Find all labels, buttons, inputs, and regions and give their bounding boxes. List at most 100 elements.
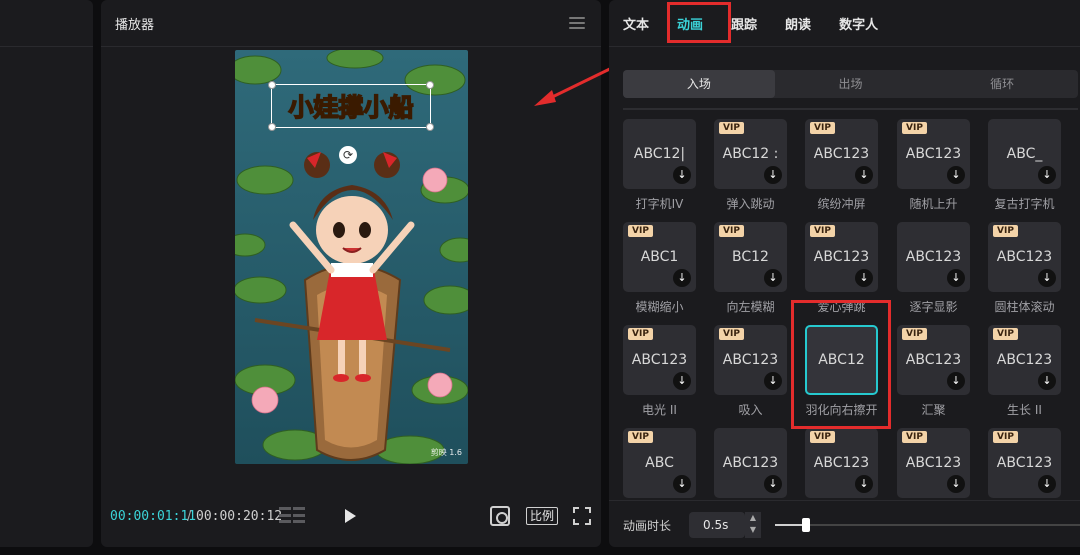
animation-item[interactable]: ABC1 VIP ↓ 模糊缩小 [623,222,696,315]
animation-label: 缤纷冲屏 [817,197,866,211]
duration-slider-track[interactable] [775,524,1080,526]
animation-item[interactable]: ABC VIP ↓ [623,428,696,498]
animation-preview-text: ABC12| [633,146,686,162]
download-icon[interactable]: ↓ [855,166,873,184]
animation-item[interactable]: ABC123 VIP ↓ 吸入 [714,325,787,418]
download-icon[interactable]: ↓ [673,269,691,287]
left-panel-header [0,0,93,47]
animation-preview-tile[interactable]: ABC123 VIP ↓ [805,119,878,189]
animation-preview-text: ABC123 [905,352,962,368]
download-icon[interactable]: ↓ [947,372,965,390]
animation-preview-text: ABC123 [905,146,962,162]
animation-item[interactable]: ABC12| ↓ 打字机IV [623,119,696,212]
animation-item[interactable]: ABC123 VIP ↓ 电光 II [623,325,696,418]
animation-item[interactable]: ABC12 : VIP ↓ 弹入跳动 [714,119,787,212]
selected-highlight-annotation [791,300,891,429]
download-icon[interactable]: ↓ [947,166,965,184]
download-icon[interactable]: ↓ [855,269,873,287]
caption-text-box[interactable]: 小娃撑小船 [268,81,434,131]
animation-preview-tile[interactable]: ABC123 VIP ↓ [805,428,878,498]
animation-preview-tile[interactable]: ABC123 VIP ↓ [988,428,1061,498]
animation-preview-tile[interactable]: ABC123 VIP ↓ [805,222,878,292]
download-icon[interactable]: ↓ [764,372,782,390]
duration-slider-knob[interactable] [801,518,810,532]
animation-item[interactable]: ABC123 VIP ↓ [805,428,878,498]
download-icon[interactable]: ↓ [764,475,782,493]
play-button[interactable] [345,509,356,523]
animation-label: 电光 II [642,403,677,417]
animation-item[interactable]: ABC123 VIP ↓ 缤纷冲屏 [805,119,878,212]
rotate-icon[interactable]: ⟳ [339,146,357,164]
download-icon[interactable]: ↓ [673,475,691,493]
download-icon[interactable]: ↓ [673,166,691,184]
resize-handle[interactable] [426,123,434,131]
animation-item[interactable]: BC12 VIP ↓ 向左模糊 [714,222,787,315]
download-icon[interactable]: ↓ [764,269,782,287]
subtab-in[interactable]: 入场 [623,70,775,98]
vip-badge: VIP [902,328,927,340]
animation-item[interactable]: ABC123 VIP ↓ [988,428,1061,498]
download-icon[interactable]: ↓ [855,475,873,493]
animation-preview-text: ABC123 [996,352,1053,368]
animation-label: 模糊缩小 [635,300,684,314]
animation-item[interactable]: ABC123 ↓ 逐字显影 [897,222,970,315]
focus-icon[interactable] [490,506,510,526]
animation-preview-tile[interactable]: ABC123 VIP ↓ [897,119,970,189]
animation-preview-tile[interactable]: ABC123 VIP ↓ [897,428,970,498]
animation-label: 随机上升 [909,197,958,211]
animation-preview-tile[interactable]: ABC12 : VIP ↓ [714,119,787,189]
tab-read-aloud[interactable]: 朗读 [785,14,811,33]
list-icon[interactable] [279,507,305,525]
animation-preview-tile[interactable]: ABC123 ↓ [897,222,970,292]
download-icon[interactable]: ↓ [947,269,965,287]
animation-item[interactable]: ABC123 VIP ↓ 汇聚 [897,325,970,418]
download-icon[interactable]: ↓ [764,166,782,184]
animation-preview-tile[interactable]: ABC123 ↓ [714,428,787,498]
animation-item[interactable]: ABC123 ↓ [714,428,787,498]
animation-item[interactable]: ABC123 VIP ↓ 生长 II [988,325,1061,418]
divider [623,108,1078,110]
download-icon[interactable]: ↓ [1038,166,1056,184]
download-icon[interactable]: ↓ [673,372,691,390]
animation-preview-tile[interactable]: ABC123 VIP ↓ [714,325,787,395]
resize-handle[interactable] [268,123,276,131]
tab-text[interactable]: 文本 [623,14,649,33]
menu-icon[interactable] [569,17,585,29]
animation-preview-tile[interactable]: ABC1 VIP ↓ [623,222,696,292]
download-icon[interactable]: ↓ [1038,372,1056,390]
animation-item[interactable]: ABC123 VIP ↓ 随机上升 [897,119,970,212]
animation-label: 圆柱体滚动 [994,300,1055,314]
video-preview[interactable]: 小娃撑小船 ⟳ 剪映 1.6 [235,50,468,464]
animation-preview-tile[interactable]: BC12 VIP ↓ [714,222,787,292]
vip-badge: VIP [810,431,835,443]
animation-preview-tile[interactable]: ABC12| ↓ [623,119,696,189]
animation-preview-tile[interactable]: ABC123 VIP ↓ [897,325,970,395]
tab-digital-human[interactable]: 数字人 [839,14,878,33]
download-icon[interactable]: ↓ [1038,475,1056,493]
fullscreen-icon[interactable] [573,507,591,525]
animation-preview-tile[interactable]: ABC123 VIP ↓ [623,325,696,395]
download-icon[interactable]: ↓ [1038,269,1056,287]
animation-preview-text: ABC123 [905,249,962,265]
resize-handle[interactable] [268,81,276,89]
animation-item[interactable]: ABC123 VIP ↓ 圆柱体滚动 [988,222,1061,315]
vip-badge: VIP [993,225,1018,237]
player-header: 播放器 [101,0,601,47]
download-icon[interactable]: ↓ [947,475,965,493]
subtab-out[interactable]: 出场 [775,70,927,98]
tab-tracking[interactable]: 跟踪 [731,14,757,33]
resize-handle[interactable] [426,81,434,89]
subtab-loop[interactable]: 循环 [926,70,1078,98]
duration-input[interactable]: 0.5s [689,512,745,538]
animation-item[interactable]: ABC_ ↓ 复古打字机 [988,119,1061,212]
animation-label: 向左模糊 [726,300,775,314]
duration-stepper[interactable]: ▲ ▼ [745,512,761,538]
animation-preview-tile[interactable]: ABC123 VIP ↓ [988,222,1061,292]
animation-item[interactable]: ABC123 VIP ↓ [897,428,970,498]
animation-preview-tile[interactable]: ABC123 VIP ↓ [988,325,1061,395]
ratio-button[interactable]: 比例 [526,507,559,525]
animation-preview-tile[interactable]: ABC_ ↓ [988,119,1061,189]
animation-preview-tile[interactable]: ABC VIP ↓ [623,428,696,498]
duration-slider-fill [775,524,806,526]
player-title: 播放器 [115,17,155,33]
